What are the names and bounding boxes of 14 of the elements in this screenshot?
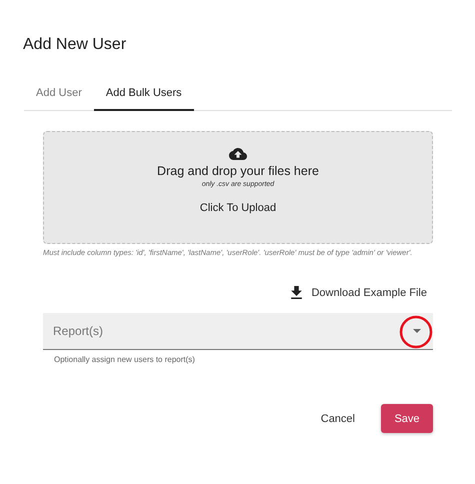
- select-placeholder: Report(s): [53, 324, 104, 338]
- dropzone-heading: Drag and drop your files here: [157, 164, 319, 178]
- tab[interactable]: Add User: [24, 79, 94, 111]
- cancel-button[interactable]: Cancel: [308, 404, 367, 433]
- dialog-title: Add New User: [23, 36, 128, 54]
- tab[interactable]: Add Bulk Users: [94, 79, 194, 111]
- caret-icon[interactable]: [413, 329, 421, 333]
- save-button[interactable]: Save: [381, 404, 433, 433]
- cloud-upload-icon: [229, 148, 247, 160]
- helper-text: Optionally assign new users to report(s): [54, 355, 196, 364]
- download-button[interactable]: Download Example File: [291, 284, 427, 301]
- select-field[interactable]: Report(s): [43, 313, 433, 350]
- download-icon: [291, 286, 302, 299]
- upload-link[interactable]: Click To Upload: [200, 202, 276, 214]
